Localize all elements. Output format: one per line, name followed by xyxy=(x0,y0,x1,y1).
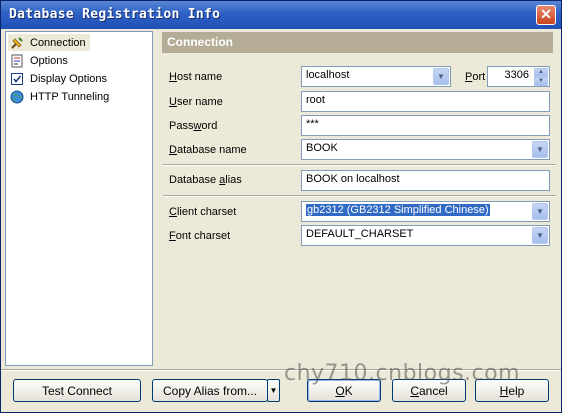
settings-nav-tree: Connection Options Display Options HTTP … xyxy=(5,31,153,366)
cancel-button[interactable]: Cancel xyxy=(392,379,466,402)
spin-up-icon[interactable]: ▲ xyxy=(534,68,548,77)
password-input[interactable]: *** xyxy=(301,115,550,136)
password-label: Password xyxy=(169,120,218,132)
close-icon: ✕ xyxy=(540,6,552,22)
password-value: *** xyxy=(306,118,319,130)
copy-alias-dropdown[interactable]: ▼ xyxy=(267,379,280,402)
host-name-label: Host name xyxy=(169,71,223,83)
panel-header: Connection xyxy=(162,32,553,53)
client-charset-label: Client charset xyxy=(169,206,237,218)
port-spinner[interactable]: 3306 ▲ ▼ xyxy=(487,66,550,87)
http-globe-icon xyxy=(10,90,24,104)
database-name-value: BOOK xyxy=(306,142,338,154)
nav-item-label: Options xyxy=(30,54,68,67)
client-charset-combo[interactable]: gb2312 (GB2312 Simplified Chinese) ▼ xyxy=(301,201,550,222)
chevron-down-icon[interactable]: ▼ xyxy=(433,68,449,85)
options-page-icon xyxy=(10,54,24,68)
close-button[interactable]: ✕ xyxy=(536,5,556,25)
ok-button[interactable]: OK xyxy=(307,379,381,402)
divider xyxy=(1,369,561,371)
port-label: Port xyxy=(465,71,486,83)
chevron-down-icon: ▼ xyxy=(269,386,278,395)
nav-item-label: Display Options xyxy=(30,72,108,85)
nav-item-options[interactable]: Options xyxy=(8,52,72,69)
database-alias-value: BOOK on localhost xyxy=(306,173,400,185)
user-name-label: User name xyxy=(169,96,223,108)
client-charset-value: gb2312 (GB2312 Simplified Chinese) xyxy=(306,204,490,216)
chevron-down-icon[interactable]: ▼ xyxy=(532,203,548,220)
database-name-combo[interactable]: BOOK ▼ xyxy=(301,139,550,160)
font-charset-value: DEFAULT_CHARSET xyxy=(306,228,414,240)
nav-item-http-tunneling[interactable]: HTTP Tunneling xyxy=(8,88,113,105)
connection-plug-icon xyxy=(10,36,24,50)
window-title: Database Registration Info xyxy=(9,7,221,22)
nav-item-connection[interactable]: Connection xyxy=(8,34,90,51)
database-alias-input[interactable]: BOOK on localhost xyxy=(301,170,550,191)
divider xyxy=(163,195,556,197)
display-options-checkbox-icon xyxy=(10,72,24,86)
user-name-input[interactable]: root xyxy=(301,91,550,112)
divider xyxy=(163,164,556,166)
nav-item-display-options[interactable]: Display Options xyxy=(8,70,111,87)
database-name-label: Database name xyxy=(169,144,247,156)
chevron-down-icon[interactable]: ▼ xyxy=(532,227,548,244)
title-bar[interactable]: Database Registration Info ✕ xyxy=(1,1,561,29)
help-button[interactable]: Help xyxy=(475,379,549,402)
registration-dialog: Database Registration Info ✕ Connection … xyxy=(0,0,562,413)
copy-alias-button[interactable]: Copy Alias from... xyxy=(152,379,268,402)
host-name-combo[interactable]: localhost ▼ xyxy=(301,66,451,87)
test-connect-button[interactable]: Test Connect xyxy=(13,379,141,402)
database-alias-label: Database alias xyxy=(169,174,242,186)
nav-item-label: Connection xyxy=(30,36,86,49)
spin-down-icon[interactable]: ▼ xyxy=(534,77,548,86)
font-charset-label: Font charset xyxy=(169,230,231,242)
user-name-value: root xyxy=(306,94,325,106)
nav-item-label: HTTP Tunneling xyxy=(30,90,110,103)
port-value: 3306 xyxy=(504,69,529,81)
host-name-value: localhost xyxy=(306,69,350,81)
font-charset-combo[interactable]: DEFAULT_CHARSET ▼ xyxy=(301,225,550,246)
chevron-down-icon[interactable]: ▼ xyxy=(532,141,548,158)
